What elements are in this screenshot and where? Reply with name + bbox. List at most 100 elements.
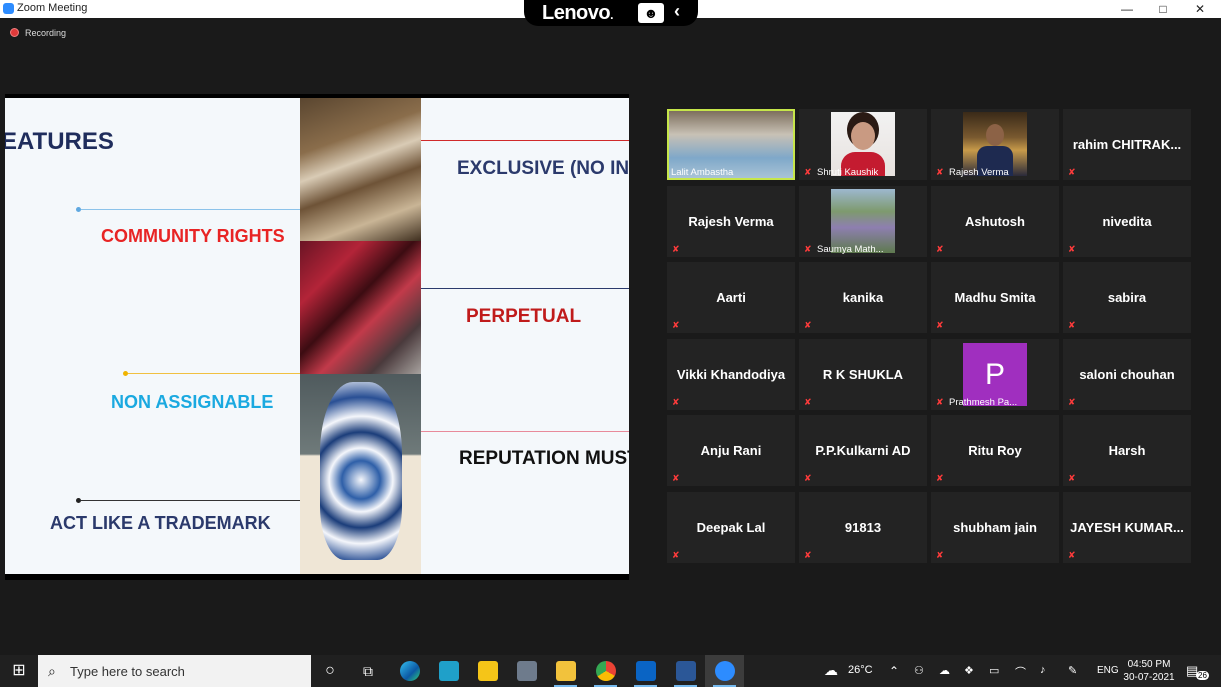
search-icon: ⌕	[48, 663, 56, 679]
clock-date: 30-07-2021	[1123, 672, 1175, 683]
participant-name-label: Saumya Math...	[817, 244, 884, 255]
connector-line	[81, 500, 300, 501]
speaker-icon[interactable]: ♪	[1040, 664, 1046, 676]
participant-tile[interactable]: Deepak Lal ✘	[667, 492, 795, 563]
participant-tile[interactable]: saloni chouhan ✘	[1063, 339, 1191, 410]
participant-name: 91813	[844, 520, 882, 535]
close-button[interactable]: ✕	[1182, 0, 1218, 18]
participant-tile[interactable]: sabira ✘	[1063, 262, 1191, 333]
participant-name-label: Shruti Kaushik	[817, 167, 879, 178]
participant-tile[interactable]: ✘ Saumya Math...	[799, 186, 927, 257]
participant-name: JAYESH KUMAR...	[1070, 520, 1184, 535]
taskbar-search-box[interactable]: ⌕ Type here to search	[38, 655, 311, 687]
window-title: Zoom Meeting	[17, 2, 88, 14]
zoom-app[interactable]	[705, 655, 744, 687]
presentation-slide: EATURES COMMUNITY RIGHTS NON ASSIGNABLE …	[5, 98, 629, 574]
participant-tile[interactable]: Anju Rani ✘	[667, 415, 795, 486]
participant-tile[interactable]: R K SHUKLA ✘	[799, 339, 927, 410]
participant-name-label: Rajesh Verma	[949, 167, 1009, 178]
participant-tile[interactable]: rahim CHITRAK... ✘	[1063, 109, 1191, 180]
participant-tile[interactable]: Madhu Smita ✘	[931, 262, 1059, 333]
participant-name: R K SHUKLA	[822, 367, 904, 382]
participant-tile[interactable]: P.P.Kulkarni AD ✘	[799, 415, 927, 486]
muted-mic-icon: ✘	[1068, 473, 1076, 483]
pen-icon[interactable]: ✎	[1068, 664, 1077, 677]
muted-mic-icon: ✘	[672, 550, 680, 560]
participant-tile[interactable]: kanika ✘	[799, 262, 927, 333]
participant-tile[interactable]: Vikki Khandodiya ✘	[667, 339, 795, 410]
lenovo-camera-overlay: Lenovo. ☻ ‹	[524, 0, 698, 26]
participant-name: nivedita	[1102, 214, 1152, 229]
muted-mic-icon: ✘	[1068, 244, 1076, 254]
onedrive-icon[interactable]: ☁	[939, 664, 950, 677]
slide-act-like-trademark: ACT LIKE A TRADEMARK	[50, 513, 271, 533]
battery-icon[interactable]: ▭	[989, 664, 999, 677]
windows-taskbar: ⊞ ⌕ Type here to search ○ ⧉ ☁ 26°C ⌃ ⚇ ☁…	[0, 655, 1221, 687]
muted-mic-icon: ✘	[672, 473, 680, 483]
cortana-icon[interactable]: ○	[316, 655, 344, 687]
rice-bowls-image	[300, 98, 421, 241]
participant-name: sabira	[1107, 290, 1147, 305]
slide-exclusive: EXCLUSIVE (NO IND	[457, 158, 629, 179]
participant-name: Madhu Smita	[954, 290, 1036, 305]
chevron-up-icon[interactable]: ⌃	[889, 664, 899, 678]
muted-mic-icon: ✘	[936, 473, 944, 483]
windows-start-icon[interactable]: ⊞	[0, 655, 38, 687]
participant-tile[interactable]: ✘ Shruti Kaushik	[799, 109, 927, 180]
chevron-left-icon[interactable]: ‹	[674, 1, 680, 22]
l-app-icon	[439, 661, 459, 681]
wifi-icon[interactable]: ⌒	[1015, 664, 1026, 680]
participant-tile[interactable]: Aarti ✘	[667, 262, 795, 333]
participant-tile[interactable]: Rajesh Verma ✘	[667, 186, 795, 257]
chrome-app[interactable]	[586, 655, 625, 687]
word-app[interactable]	[666, 655, 705, 687]
participant-tile[interactable]: shubham jain ✘	[931, 492, 1059, 563]
outlook-app[interactable]	[626, 655, 665, 687]
zoom-app-icon	[3, 3, 14, 14]
sticky-notes-app[interactable]	[468, 655, 507, 687]
muted-mic-icon: ✘	[1068, 320, 1076, 330]
weather-temperature[interactable]: 26°C	[848, 664, 873, 676]
participant-tile[interactable]: 91813 ✘	[799, 492, 927, 563]
participant-name: kanika	[842, 290, 884, 305]
file-explorer-app[interactable]	[546, 655, 585, 687]
participant-tile[interactable]: Lalit Ambastha	[667, 109, 795, 180]
calculator-app[interactable]	[507, 655, 546, 687]
chrome-icon	[596, 661, 616, 681]
participant-tile[interactable]: P ✘ Prathmesh Pa...	[931, 339, 1059, 410]
participant-tile[interactable]: ✘ Rajesh Verma	[931, 109, 1059, 180]
shared-screen: EATURES COMMUNITY RIGHTS NON ASSIGNABLE …	[5, 94, 629, 580]
participant-tile[interactable]: Harsh ✘	[1063, 415, 1191, 486]
participant-name-label: Prathmesh Pa...	[949, 397, 1018, 408]
slide-perpetual: PERPETUAL	[466, 306, 582, 327]
slide-non-assignable: NON ASSIGNABLE	[111, 392, 274, 412]
participant-tile[interactable]: JAYESH KUMAR... ✘	[1063, 492, 1191, 563]
language-indicator[interactable]: ENG	[1097, 665, 1119, 676]
muted-mic-icon: ✘	[936, 167, 944, 177]
participant-tile[interactable]: nivedita ✘	[1063, 186, 1191, 257]
participant-tile[interactable]: Ritu Roy ✘	[931, 415, 1059, 486]
dropbox-icon[interactable]: ❖	[964, 664, 974, 677]
connector-line	[128, 373, 300, 374]
blue-pottery-vase-image	[300, 374, 421, 574]
participant-name: Aarti	[716, 290, 746, 305]
recording-indicator[interactable]: Recording	[10, 28, 66, 38]
maximize-button[interactable]: □	[1145, 0, 1181, 18]
notification-count-badge: 26	[1196, 671, 1209, 680]
muted-mic-icon: ✘	[936, 397, 944, 407]
participant-name: Deepak Lal	[696, 520, 766, 535]
weather-icon[interactable]: ☁	[824, 662, 838, 679]
lync-app[interactable]	[429, 655, 468, 687]
clock-time: 04:50 PM	[1127, 659, 1171, 670]
edge-app[interactable]	[390, 655, 429, 687]
people-icon[interactable]: ⚇	[914, 664, 924, 677]
camera-person-icon[interactable]: ☻	[638, 3, 664, 23]
participant-tile[interactable]: Ashutosh ✘	[931, 186, 1059, 257]
muted-mic-icon: ✘	[804, 244, 812, 254]
minimize-button[interactable]: —	[1109, 0, 1145, 18]
muted-mic-icon: ✘	[1068, 550, 1076, 560]
taskbar-clock[interactable]: 04:50 PM 30-07-2021	[1120, 658, 1178, 684]
task-view-icon[interactable]: ⧉	[354, 655, 382, 687]
participant-name: Rajesh Verma	[688, 214, 774, 229]
muted-mic-icon: ✘	[936, 244, 944, 254]
